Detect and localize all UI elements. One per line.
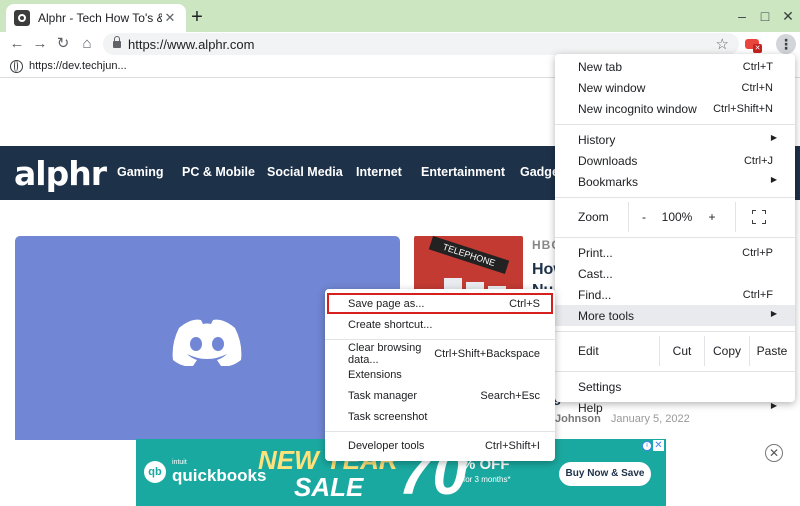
menu-print[interactable]: Print... Ctrl+P [555, 242, 795, 263]
zoom-in-button[interactable]: + [695, 202, 729, 232]
discord-icon [172, 319, 242, 366]
menu-settings[interactable]: Settings [555, 376, 795, 397]
submenu-arrow-icon: ▶ [770, 401, 777, 410]
menu-separator [555, 197, 795, 198]
submenu-developer-tools[interactable]: Developer tools Ctrl+Shift+I [325, 435, 555, 456]
submenu-task-manager[interactable]: Task manager Search+Esc [325, 385, 555, 406]
kebab-menu-icon[interactable]: ⋮ [776, 34, 796, 54]
menu-edit-row: Edit Cut Copy Paste [555, 336, 795, 366]
more-tools-submenu: Save page as... Ctrl+S Create shortcut...… [325, 289, 555, 461]
minimize-icon[interactable]: – [734, 8, 750, 24]
menu-zoom-row: Zoom - 100% + [555, 202, 795, 232]
ad-headline-2: SALE [294, 472, 364, 502]
new-tab-icon[interactable]: + [188, 7, 206, 27]
menu-help[interactable]: Help ▶ [555, 397, 795, 418]
menu-history[interactable]: History ▶ [555, 129, 795, 150]
menu-find[interactable]: Find... Ctrl+F [555, 284, 795, 305]
menu-new-incognito-window[interactable]: New incognito window Ctrl+Shift+N [555, 98, 795, 119]
lock-icon[interactable] [113, 36, 121, 48]
cut-button[interactable]: Cut [660, 336, 704, 366]
zoom-out-button[interactable]: - [629, 202, 659, 232]
submenu-separator [325, 339, 555, 340]
ad-months: for 3 months* [463, 475, 511, 484]
nav-link-pc-mobile[interactable]: PC & Mobile [182, 165, 255, 179]
ad-close-icon[interactable]: ✕ [653, 440, 664, 451]
edit-label: Edit [578, 344, 599, 358]
site-logo[interactable]: alphr [14, 154, 107, 193]
menu-cast[interactable]: Cast... [555, 263, 795, 284]
menu-more-tools[interactable]: More tools ▶ [555, 305, 795, 326]
copy-button[interactable]: Copy [705, 336, 749, 366]
zoom-label: Zoom [578, 210, 609, 224]
ad-brand-name: quickbooks [172, 466, 267, 485]
nav-link-gadgets[interactable]: Gadge [520, 165, 559, 179]
menu-separator [555, 124, 795, 125]
tab-title: Alphr - Tech How To's & Guides [38, 11, 162, 25]
back-icon[interactable]: ← [8, 35, 26, 53]
paste-button[interactable]: Paste [750, 336, 794, 366]
maximize-icon[interactable]: □ [757, 8, 773, 24]
globe-icon [10, 60, 23, 73]
nav-link-gaming[interactable]: Gaming [117, 165, 164, 179]
submenu-extensions[interactable]: Extensions [325, 364, 555, 385]
bookmark-item[interactable]: https://dev.techjun... [29, 60, 127, 72]
submenu-separator [325, 431, 555, 432]
url-text: https://www.alphr.com [128, 37, 255, 52]
submenu-clear-browsing-data[interactable]: Clear browsing data... Ctrl+Shift+Backspa… [325, 342, 555, 366]
fullscreen-icon[interactable] [752, 210, 766, 224]
nav-link-social-media[interactable]: Social Media [267, 165, 343, 179]
zoom-level: 100% [661, 210, 693, 224]
forward-icon[interactable]: → [31, 35, 49, 53]
menu-new-window[interactable]: New window Ctrl+N [555, 77, 795, 98]
submenu-task-screenshot[interactable]: Task screenshot [325, 406, 555, 427]
submenu-save-page-as[interactable]: Save page as... Ctrl+S [327, 293, 553, 314]
tab-favicon-icon [14, 10, 30, 26]
window-close-icon[interactable]: ✕ [780, 8, 796, 24]
menu-separator [555, 331, 795, 332]
browser-tab[interactable]: Alphr - Tech How To's & Guides ✕ [6, 4, 186, 32]
floating-close-icon[interactable]: ✕ [765, 444, 783, 462]
menu-new-tab[interactable]: New tab Ctrl+T [555, 56, 795, 77]
ad-brand-intuit: intuit [172, 459, 187, 466]
submenu-arrow-icon: ▶ [770, 175, 777, 184]
nav-link-entertainment[interactable]: Entertainment [421, 165, 505, 179]
ad-info-icon[interactable]: i [642, 441, 652, 451]
home-icon[interactable]: ⌂ [78, 35, 96, 53]
submenu-arrow-icon: ▶ [770, 309, 777, 318]
ad-cta-button[interactable]: Buy Now & Save [559, 462, 651, 486]
submenu-arrow-icon: ▶ [770, 133, 777, 142]
menu-bookmarks[interactable]: Bookmarks ▶ [555, 171, 795, 192]
browser-toolbar: ← → ↻ ⌂ https://www.alphr.com ☆ [0, 32, 800, 56]
chrome-main-menu: New tab Ctrl+T New window Ctrl+N New incog… [555, 54, 795, 415]
tab-close-icon[interactable]: ✕ [162, 10, 178, 26]
menu-separator [555, 371, 795, 372]
menu-separator [555, 237, 795, 238]
address-bar[interactable]: https://www.alphr.com ☆ [103, 33, 739, 55]
tab-strip: Alphr - Tech How To's & Guides ✕ + – □ ✕ [0, 0, 800, 32]
nav-link-internet[interactable]: Internet [356, 165, 402, 179]
submenu-create-shortcut[interactable]: Create shortcut... [325, 314, 555, 335]
reload-icon[interactable]: ↻ [54, 35, 72, 53]
star-icon[interactable]: ☆ [716, 35, 729, 53]
quickbooks-logo: qb [144, 461, 166, 483]
menu-downloads[interactable]: Downloads Ctrl+J [555, 150, 795, 171]
extension-icon[interactable]: ✕ [745, 36, 762, 53]
